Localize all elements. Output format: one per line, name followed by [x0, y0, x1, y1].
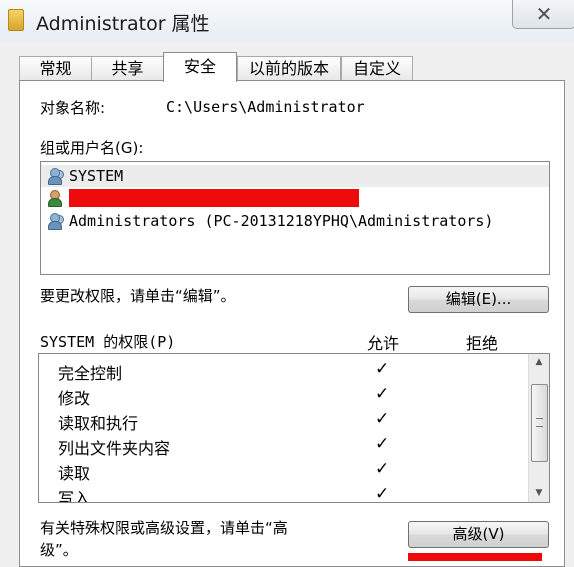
tab-security[interactable]: 安全: [163, 52, 237, 82]
close-button[interactable]: ✕: [512, 0, 574, 29]
principal-name: SYSTEM: [69, 167, 124, 185]
tab-general[interactable]: 常规: [19, 56, 92, 81]
deny-header: 拒绝: [466, 334, 499, 353]
principals-list[interactable]: SYSTEM Administrators (PC-20131218YPHQ\A…: [40, 161, 550, 275]
edit-button[interactable]: 编辑(E)...: [408, 286, 549, 313]
scroll-thumb[interactable]: [531, 384, 548, 462]
permission-name: 列出文件夹内容: [58, 439, 171, 458]
window-title: Administrator 属性: [36, 13, 210, 35]
object-name-value: C:\Users\Administrator: [166, 98, 365, 116]
allow-check-icon: ✓: [375, 484, 390, 503]
principal-name: Administrators (PC-20131218YPHQ\Administ…: [69, 212, 494, 230]
advanced-button[interactable]: 高级(V): [408, 521, 549, 548]
permission-row: 列出文件夹内容 ✓: [39, 433, 525, 458]
highlight-underline: [408, 553, 542, 561]
allow-header: 允许: [367, 334, 400, 353]
allow-check-icon: ✓: [375, 409, 390, 429]
object-name-label: 对象名称:: [40, 99, 106, 117]
permission-row: 修改 ✓: [39, 383, 525, 408]
principal-row-redacted[interactable]: [41, 187, 549, 209]
grip-icon: [536, 418, 543, 427]
allow-check-icon: ✓: [375, 359, 390, 379]
folder-icon: [8, 9, 24, 31]
groups-label: 组或用户名(G):: [40, 139, 144, 157]
permission-name: 读取: [58, 464, 91, 483]
permission-row: 写入 ✓: [39, 483, 525, 503]
permission-name: 写入: [58, 489, 91, 503]
edit-hint: 要更改权限，请单击“编辑”。: [40, 287, 236, 305]
permission-row: 读取和执行 ✓: [39, 408, 525, 433]
advanced-hint-line1: 有关特殊权限或高级设置，请单击“高: [40, 519, 288, 537]
permissions-list[interactable]: 完全控制 ✓ 修改 ✓ 读取和执行 ✓ 列出文件夹内容 ✓ 读取 ✓ 写入 ✓ …: [38, 353, 550, 503]
permission-row: 完全控制 ✓: [39, 358, 525, 383]
tab-previous-versions[interactable]: 以前的版本: [237, 56, 341, 81]
advanced-hint-line2: 级”。: [40, 541, 78, 559]
group-icon: [46, 213, 64, 230]
title-bar: Administrator 属性 ✕: [0, 0, 574, 42]
tab-sharing[interactable]: 共享: [91, 56, 164, 81]
principal-row-system[interactable]: SYSTEM: [41, 165, 549, 187]
scroll-down-icon[interactable]: ▼: [529, 485, 549, 502]
scroll-up-icon[interactable]: ▲: [529, 354, 549, 371]
redaction-bar: [69, 189, 359, 207]
permission-row: 读取 ✓: [39, 458, 525, 483]
security-panel: 对象名称: C:\Users\Administrator 组或用户名(G): S…: [19, 80, 565, 567]
allow-check-icon: ✓: [375, 459, 390, 479]
group-icon: [46, 168, 64, 185]
principal-row-administrators[interactable]: Administrators (PC-20131218YPHQ\Administ…: [41, 210, 549, 232]
tab-customize[interactable]: 自定义: [341, 56, 413, 81]
allow-check-icon: ✓: [375, 434, 390, 454]
allow-check-icon: ✓: [375, 384, 390, 404]
permission-name: 完全控制: [58, 364, 123, 383]
permissions-scrollbar[interactable]: ▲ ▼: [528, 354, 549, 502]
permission-name: 修改: [58, 389, 91, 408]
permissions-label: SYSTEM 的权限(P): [40, 333, 176, 351]
permission-name: 读取和执行: [58, 414, 139, 433]
user-icon: [46, 190, 62, 207]
